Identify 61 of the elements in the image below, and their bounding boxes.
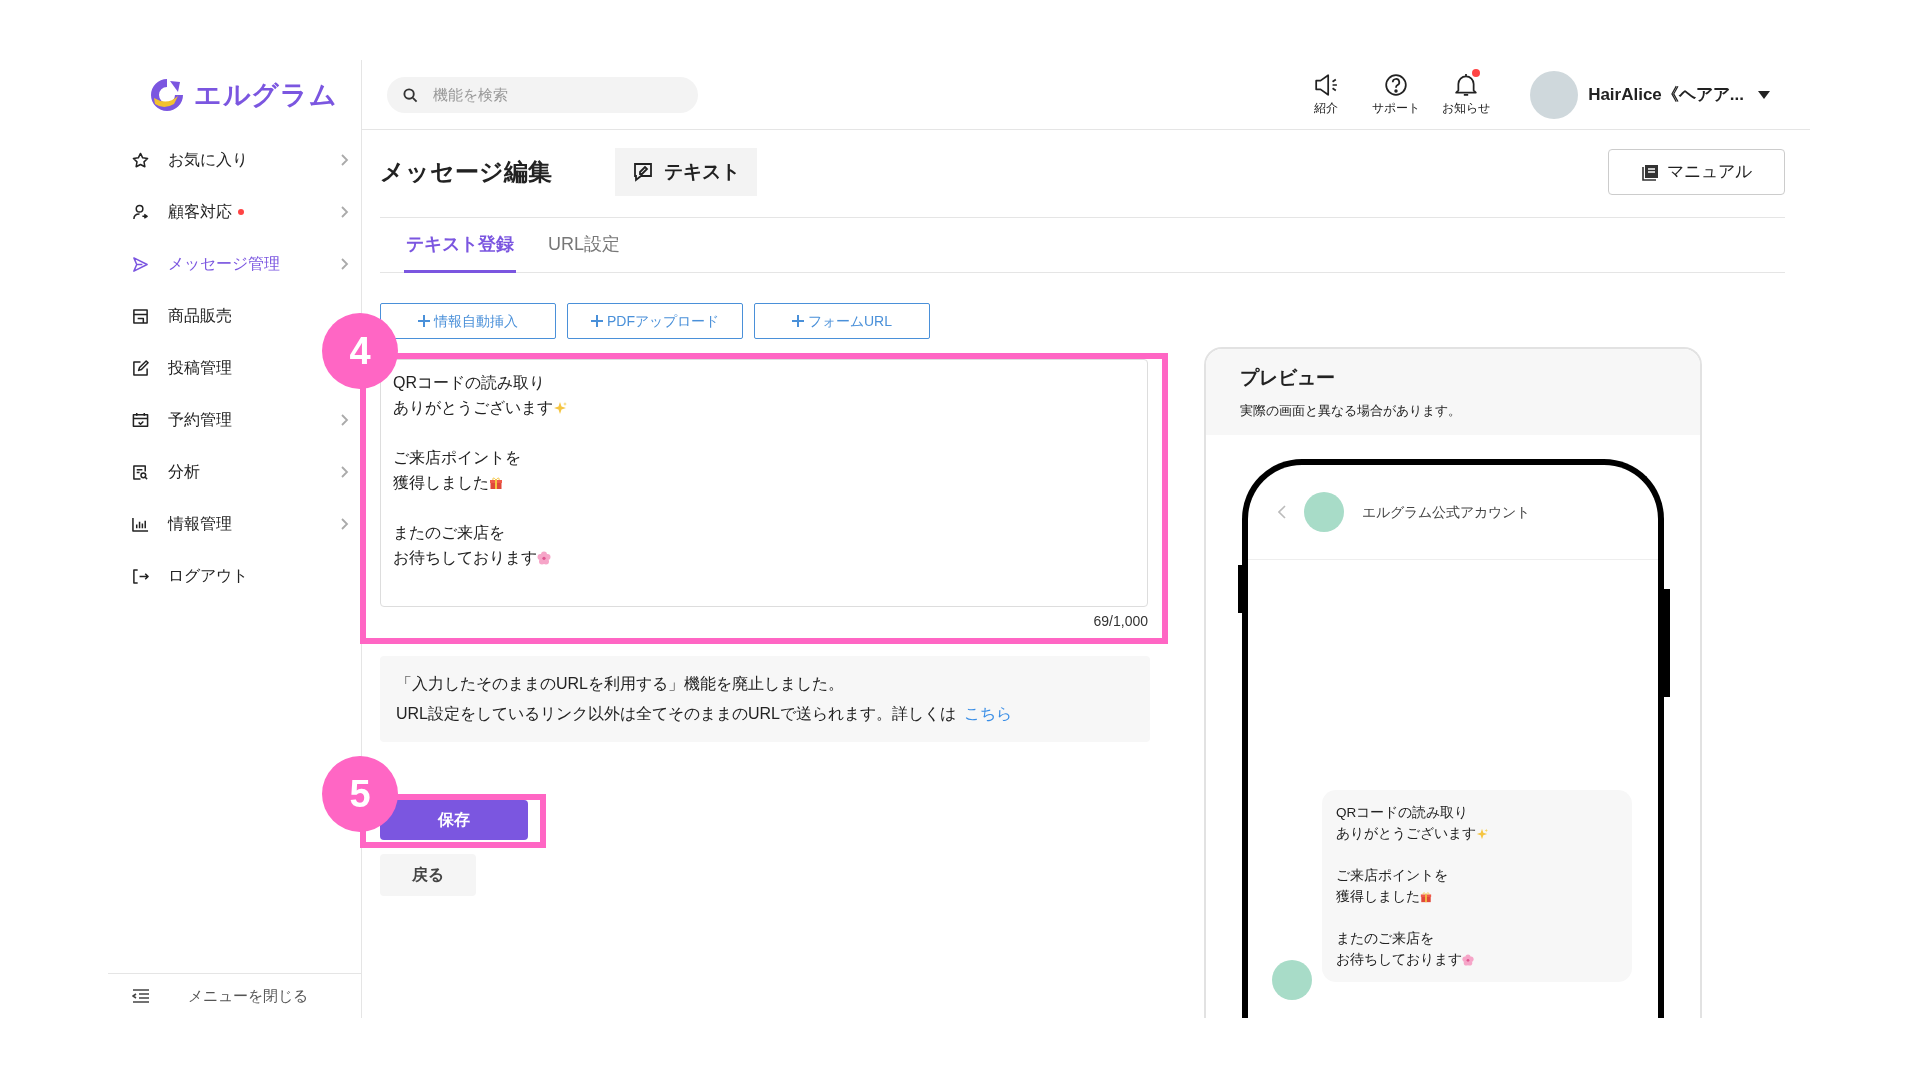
back-button[interactable]: 戻る <box>380 854 476 896</box>
logo-text: エルグラム <box>194 78 338 112</box>
notice-text: 「入力したそのままのURLを利用する」機能を廃止しました。 <box>396 674 845 694</box>
sidebar-item[interactable]: お気に入り <box>108 134 361 186</box>
preview-note: 実際の画面と異なる場合があります。 <box>1240 401 1462 420</box>
tab[interactable]: URL設定 <box>546 218 622 273</box>
sidebar-item[interactable]: 商品販売 <box>108 290 236 342</box>
chat-edit-icon <box>632 161 654 183</box>
plus-icon <box>591 315 603 327</box>
blossom-icon <box>1462 953 1474 966</box>
search-icon <box>403 87 418 103</box>
send-icon <box>132 255 149 273</box>
sidebar-item[interactable]: 情報管理 <box>108 498 361 550</box>
user-name[interactable]: HairAlice《ヘアア... <box>1588 81 1744 108</box>
message-bubble: QRコードの読み取り ありがとうございます ご来店ポイントを 獲得しました またのご来店を お待ちしております <box>1322 790 1632 982</box>
caret-icon[interactable] <box>1758 90 1770 99</box>
sidebar-item[interactable]: 投稿管理 <box>108 342 236 394</box>
preview-title: プレビュー <box>1240 366 1336 390</box>
insert-button[interactable]: フォームURL <box>754 303 930 339</box>
sparkle-icon <box>1476 827 1488 840</box>
sidebar-item[interactable]: ログアウト <box>108 550 252 602</box>
megaphone-icon <box>1314 72 1339 97</box>
step-number-badge: 5 <box>322 756 398 832</box>
edit-icon <box>132 359 149 377</box>
calendar-icon <box>132 411 149 429</box>
search-field[interactable]: 機能を検索 <box>387 76 698 113</box>
logout-icon <box>132 567 149 585</box>
header-nav-button[interactable]: 紹介 <box>1306 72 1347 117</box>
sidebar-item[interactable]: メッセージ管理 <box>108 238 361 290</box>
character-counter: 69/1,000 <box>1093 612 1148 631</box>
bar-chart-icon <box>132 515 149 533</box>
save-button[interactable]: 保存 <box>380 800 528 840</box>
help-icon <box>1384 72 1409 97</box>
book-icon <box>1641 163 1659 181</box>
person-icon <box>132 203 149 221</box>
tab[interactable]: テキスト登録 <box>404 218 516 273</box>
plus-icon <box>792 315 804 327</box>
message-type-chip: テキスト <box>615 148 757 196</box>
insert-button[interactable]: 情報自動挿入 <box>380 303 556 339</box>
account-name: エルグラム公式アカウント <box>1362 502 1530 522</box>
logo-icon <box>148 76 186 114</box>
sidebar-item[interactable]: 顧客対応 <box>108 186 361 238</box>
blossom-icon <box>537 550 551 565</box>
chat-avatar <box>1272 960 1312 1000</box>
report-icon <box>132 463 149 481</box>
star-icon <box>132 151 149 169</box>
gift-icon <box>1420 890 1432 903</box>
plus-icon <box>418 315 430 327</box>
sparkle-icon <box>553 400 567 415</box>
sidebar-item[interactable]: 分析 <box>108 446 361 498</box>
collapse-menu-icon[interactable] <box>132 988 150 1004</box>
bell-icon <box>1454 72 1479 97</box>
shop-icon <box>132 307 149 325</box>
notice-text: URL設定をしているリンク以外は全てそのままのURLで送られます。詳しくは <box>396 704 956 724</box>
manual-button[interactable]: マニュアル <box>1608 149 1785 195</box>
insert-button[interactable]: PDFアップロード <box>567 303 743 339</box>
sidebar-item[interactable]: 予約管理 <box>108 394 361 446</box>
page-title: メッセージ編集 <box>380 157 553 187</box>
gift-icon <box>489 475 503 490</box>
collapse-menu-link[interactable]: メニューを閉じる <box>188 984 308 1008</box>
account-avatar <box>1304 492 1344 532</box>
